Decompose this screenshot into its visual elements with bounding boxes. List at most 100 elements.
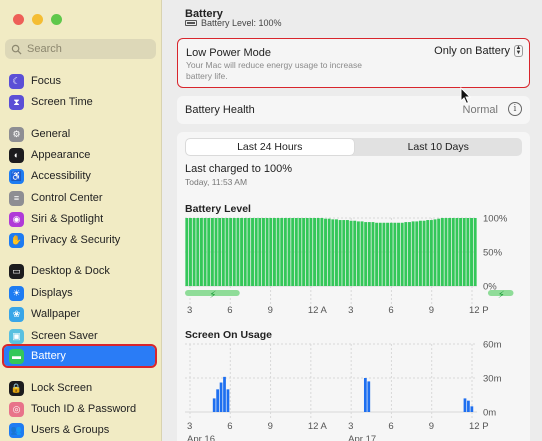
- tab-last-24-hours[interactable]: Last 24 Hours: [186, 139, 354, 155]
- chart-bar: [254, 218, 258, 286]
- sidebar-item-label: Accessibility: [31, 170, 91, 182]
- info-icon[interactable]: i: [508, 102, 522, 116]
- low-power-mode-select[interactable]: Only on Battery ▲ ▼: [434, 45, 523, 57]
- chart-bar: [291, 218, 295, 286]
- chart-bar: [236, 218, 240, 286]
- search-input[interactable]: Search: [5, 39, 156, 59]
- chart-bar: [219, 382, 223, 412]
- sidebar-item-lock-screen[interactable]: 🔒 Lock Screen: [4, 378, 155, 398]
- battery-level-chart-title: Battery Level: [185, 203, 251, 215]
- chart-bar: [276, 218, 280, 286]
- chart-bar: [210, 218, 214, 286]
- sidebar-item-accessibility[interactable]: ♿ Accessibility: [4, 166, 155, 186]
- minimize-button[interactable]: [32, 14, 43, 25]
- chart-bar: [411, 221, 415, 286]
- chart-bar: [429, 220, 433, 286]
- close-button[interactable]: [13, 14, 24, 25]
- chart-bar: [418, 220, 422, 286]
- chart-bar: [364, 222, 368, 286]
- chart-bar: [305, 218, 309, 286]
- x-tick-label: 3: [348, 305, 353, 316]
- sidebar-item-label: Displays: [31, 287, 73, 299]
- accessibility-icon: ♿: [9, 168, 24, 184]
- chart-bar: [470, 218, 473, 286]
- sidebar-item-battery[interactable]: ▬ Battery: [2, 344, 157, 368]
- sidebar-item-focus[interactable]: ☾ Focus: [4, 71, 155, 91]
- x-tick-label: 12 A: [308, 421, 328, 432]
- chart-bar: [363, 378, 367, 412]
- wallpaper-icon: ❀: [9, 306, 24, 322]
- chart-bar: [444, 218, 448, 286]
- main-pane: Battery Battery Level: 100% Low Power Mo…: [163, 0, 542, 441]
- x-tick-label: 6: [388, 305, 393, 316]
- y-tick-label: 0m: [483, 408, 496, 419]
- search-icon: [11, 44, 22, 55]
- tab-last-10-days[interactable]: Last 10 Days: [355, 138, 523, 156]
- zoom-button[interactable]: [51, 14, 62, 25]
- chart-bar: [470, 406, 474, 412]
- battery-level-row: Battery Level: 100%: [185, 18, 282, 28]
- sidebar: Search ☾ Focus ⧗ Screen Time ⚙ General ◐ Appear…: [0, 0, 162, 441]
- sidebar-item-label: Battery: [31, 350, 66, 362]
- sidebar-item-screen-saver[interactable]: ▣ Screen Saver: [4, 326, 155, 346]
- sidebar-item-screen-time[interactable]: ⧗ Screen Time: [4, 92, 155, 112]
- sidebar-item-label: Touch ID & Password: [31, 403, 137, 415]
- chart-bar: [408, 222, 411, 286]
- window-controls: [13, 14, 62, 25]
- chart-bar: [467, 400, 470, 412]
- chart-bar: [433, 219, 437, 286]
- chart-bar: [415, 221, 419, 286]
- chart-bar: [426, 220, 430, 286]
- sidebar-item-desktop-dock[interactable]: ▭ Desktop & Dock: [4, 261, 155, 281]
- chart-bar: [258, 218, 262, 286]
- chart-bar: [207, 218, 211, 286]
- chart-bar: [367, 381, 371, 412]
- sidebar-item-touch-id-password[interactable]: ◎ Touch ID & Password: [4, 399, 155, 419]
- sidebar-item-displays[interactable]: ☀ Displays: [4, 283, 155, 303]
- charging-bolt-icon: ⚡: [209, 290, 216, 301]
- sidebar-item-label: Wallpaper: [31, 308, 81, 320]
- chart-bar: [251, 218, 254, 286]
- sidebar-item-siri-spotlight[interactable]: ◉ Siri & Spotlight: [4, 209, 155, 229]
- chart-bar: [232, 218, 236, 286]
- sidebar-item-general[interactable]: ⚙ General: [4, 124, 155, 144]
- battery-health-value: Normal: [462, 104, 498, 116]
- y-tick-label: 30m: [483, 374, 502, 385]
- sidebar-item-label: Siri & Spotlight: [31, 213, 104, 225]
- chart-bar: [218, 218, 222, 286]
- hand-icon: ✋: [9, 232, 24, 248]
- chart-bar: [404, 222, 408, 286]
- chart-bar: [353, 220, 357, 286]
- battery-health-label: Battery Health: [185, 104, 255, 116]
- x-tick-label: 9: [429, 421, 434, 432]
- battery-small-icon: [185, 20, 197, 26]
- chart-bar: [378, 222, 382, 286]
- sidebar-item-users-groups[interactable]: 👥 Users & Groups: [4, 420, 155, 440]
- chart-bar: [335, 219, 338, 286]
- chart-bar: [342, 220, 346, 286]
- moon-icon: ☾: [9, 73, 24, 89]
- chart-bar: [243, 218, 247, 286]
- chart-bar: [393, 222, 397, 286]
- chart-bar: [185, 218, 189, 286]
- sidebar-item-label: Screen Time: [31, 96, 93, 108]
- y-tick-label: 100%: [483, 214, 508, 225]
- chart-bar: [455, 218, 459, 286]
- users-icon: 👥: [9, 422, 24, 438]
- chart-bar: [349, 220, 353, 286]
- low-power-mode-value: Only on Battery: [434, 45, 510, 57]
- sidebar-item-privacy-security[interactable]: ✋ Privacy & Security: [4, 230, 155, 250]
- sidebar-item-label: Desktop & Dock: [31, 265, 110, 277]
- chart-bar: [371, 222, 375, 286]
- battery-health-card: Battery Health Normal i: [177, 96, 530, 124]
- chart-bar: [473, 218, 477, 286]
- x-tick-label: 3: [187, 305, 192, 316]
- sidebar-item-control-center[interactable]: ≡ Control Center: [4, 188, 155, 208]
- mouse-cursor-icon: [460, 87, 472, 105]
- siri-icon: ◉: [9, 211, 24, 227]
- date-label: Apr 16: [187, 434, 215, 441]
- low-power-mode-label: Low Power Mode: [186, 47, 271, 59]
- sidebar-item-appearance[interactable]: ◐ Appearance: [4, 145, 155, 165]
- sidebar-item-wallpaper[interactable]: ❀ Wallpaper: [4, 304, 155, 324]
- chart-bar: [247, 218, 251, 286]
